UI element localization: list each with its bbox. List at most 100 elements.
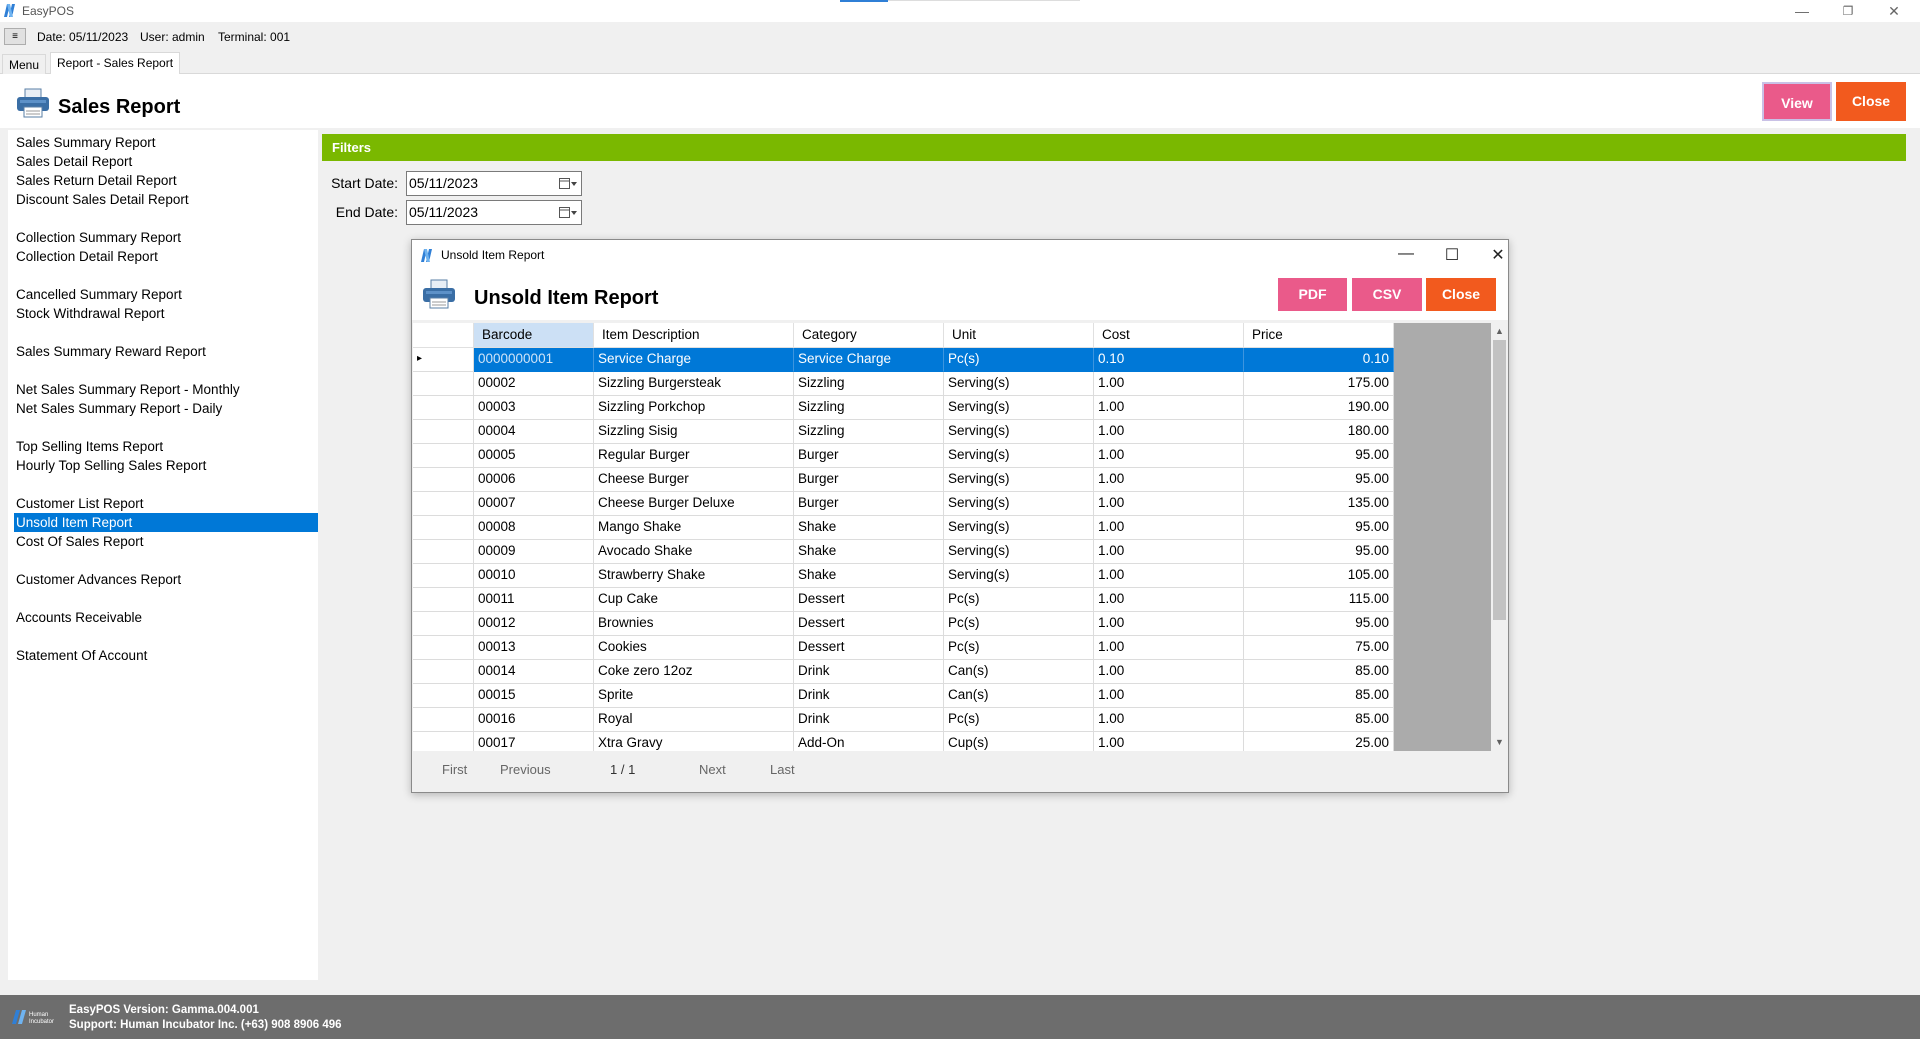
close-window-button[interactable]: ✕	[1874, 2, 1914, 20]
table-row[interactable]: 00015 Sprite Drink Can(s) 1.00 85.00	[413, 684, 1394, 708]
table-row[interactable]: 00006 Cheese Burger Burger Serving(s) 1.00 95…	[413, 468, 1394, 492]
start-date-picker[interactable]: 05/11/2023	[406, 171, 582, 196]
table-row[interactable]: 00017 Xtra Gravy Add-On Cup(s) 1.00 25.00	[413, 732, 1394, 751]
table-row[interactable]: 00013 Cookies Dessert Pc(s) 1.00 75.00	[413, 636, 1394, 660]
row-header[interactable]	[413, 708, 474, 732]
sidebar-item-statement-of-account[interactable]: Statement Of Account	[14, 646, 318, 665]
row-header[interactable]	[413, 612, 474, 636]
cell-item-description: Mango Shake	[594, 516, 794, 540]
cell-item-description: Sprite	[594, 684, 794, 708]
sidebar-item-net-sales-daily[interactable]: Net Sales Summary Report - Daily	[14, 399, 318, 418]
unsold-items-grid[interactable]: Barcode Item Description Category Unit C…	[413, 323, 1508, 751]
pager-next-button[interactable]: Next	[699, 762, 726, 777]
row-header[interactable]	[413, 636, 474, 660]
cell-barcode: 00009	[474, 540, 594, 564]
sidebar-item-sales-summary-reward[interactable]: Sales Summary Reward Report	[14, 342, 318, 361]
row-header[interactable]	[413, 732, 474, 751]
sidebar-item-cancelled-summary[interactable]: Cancelled Summary Report	[14, 285, 318, 304]
status-footer: Human Incubator EasyPOS Version: Gamma.0…	[0, 995, 1920, 1039]
view-button[interactable]: View	[1762, 82, 1832, 121]
scroll-up-arrow-icon[interactable]: ▲	[1491, 323, 1508, 340]
sidebar-item-sales-return-detail[interactable]: Sales Return Detail Report	[14, 171, 318, 190]
sidebar-item-collection-detail[interactable]: Collection Detail Report	[14, 247, 318, 266]
pager-previous-button[interactable]: Previous	[500, 762, 551, 777]
row-header[interactable]	[413, 564, 474, 588]
sidebar-item-customer-list[interactable]: Customer List Report	[14, 494, 318, 513]
scroll-down-arrow-icon[interactable]: ▼	[1491, 734, 1508, 751]
row-header[interactable]	[413, 540, 474, 564]
row-header[interactable]	[413, 516, 474, 540]
sidebar-item-top-selling-items[interactable]: Top Selling Items Report	[14, 437, 318, 456]
sidebar-item-cost-of-sales[interactable]: Cost Of Sales Report	[14, 532, 318, 551]
minimize-button[interactable]: —	[1782, 2, 1822, 20]
table-row[interactable]: 00014 Coke zero 12oz Drink Can(s) 1.00 85.00	[413, 660, 1394, 684]
calendar-dropdown-icon[interactable]	[559, 206, 577, 219]
end-date-picker[interactable]: 05/11/2023	[406, 200, 582, 225]
tab-menu[interactable]: Menu	[2, 54, 47, 75]
cell-price: 95.00	[1244, 468, 1394, 492]
table-row[interactable]: 00007 Cheese Burger Deluxe Burger Serving(s…	[413, 492, 1394, 516]
column-header-category[interactable]: Category	[794, 323, 944, 348]
sidebar-item-unsold-item[interactable]: Unsold Item Report	[14, 513, 318, 532]
column-header-item-description[interactable]: Item Description	[594, 323, 794, 348]
sidebar-item-sales-summary[interactable]: Sales Summary Report	[14, 133, 318, 152]
sidebar-item-accounts-receivable[interactable]: Accounts Receivable	[14, 608, 318, 627]
table-row[interactable]: 00016 Royal Drink Pc(s) 1.00 85.00	[413, 708, 1394, 732]
row-header[interactable]	[413, 660, 474, 684]
close-button[interactable]: Close	[1836, 82, 1906, 121]
column-header-unit[interactable]: Unit	[944, 323, 1094, 348]
version-text: EasyPOS Version: Gamma.004.001	[69, 1004, 259, 1016]
table-row[interactable]: 00012 Brownies Dessert Pc(s) 1.00 95.00	[413, 612, 1394, 636]
sidebar-item-stock-withdrawal[interactable]: Stock Withdrawal Report	[14, 304, 318, 323]
table-row[interactable]: 00008 Mango Shake Shake Serving(s) 1.00 95.00	[413, 516, 1394, 540]
grid-vertical-scrollbar[interactable]: ▲ ▼	[1491, 323, 1508, 751]
sidebar-item-sales-detail[interactable]: Sales Detail Report	[14, 152, 318, 171]
pager-first-button[interactable]: First	[442, 762, 467, 777]
row-header[interactable]	[413, 492, 474, 516]
pager-page-indicator: 1 / 1	[610, 762, 636, 777]
sidebar-item-collection-summary[interactable]: Collection Summary Report	[14, 228, 318, 247]
cell-category: Sizzling	[794, 396, 944, 420]
csv-button[interactable]: CSV	[1352, 278, 1422, 311]
table-row[interactable]: 00003 Sizzling Porkchop Sizzling Serving(s)…	[413, 396, 1394, 420]
dialog-minimize-button[interactable]: —	[1391, 245, 1421, 265]
cell-cost: 1.00	[1094, 660, 1244, 684]
scroll-thumb[interactable]	[1493, 340, 1506, 620]
table-row[interactable]: 00002 Sizzling Burgersteak Sizzling Serving…	[413, 372, 1394, 396]
row-header[interactable]	[413, 420, 474, 444]
row-header[interactable]	[413, 684, 474, 708]
row-header[interactable]	[413, 372, 474, 396]
table-row[interactable]: 00010 Strawberry Shake Shake Serving(s) 1.00…	[413, 564, 1394, 588]
row-header[interactable]	[413, 588, 474, 612]
restore-button[interactable]: ❐	[1828, 2, 1868, 20]
cell-price: 85.00	[1244, 660, 1394, 684]
row-header[interactable]: ▸	[413, 348, 474, 372]
pdf-button[interactable]: PDF	[1278, 278, 1347, 311]
column-header-barcode[interactable]: Barcode	[474, 323, 594, 348]
cell-barcode: 00005	[474, 444, 594, 468]
dialog-close-button[interactable]: Close	[1426, 278, 1496, 311]
cell-category: Burger	[794, 492, 944, 516]
table-row[interactable]: 00009 Avocado Shake Shake Serving(s) 1.00 95.…	[413, 540, 1394, 564]
table-row[interactable]: 00005 Regular Burger Burger Serving(s) 1.00 9…	[413, 444, 1394, 468]
sidebar-item-discount-sales-detail[interactable]: Discount Sales Detail Report	[14, 190, 318, 209]
calendar-dropdown-icon[interactable]	[559, 177, 577, 190]
column-header-cost[interactable]: Cost	[1094, 323, 1244, 348]
row-header[interactable]	[413, 444, 474, 468]
tab-sales-report[interactable]: Report - Sales Report	[50, 52, 181, 75]
dialog-close-x-button[interactable]: ✕	[1483, 245, 1513, 265]
menu-toggle-button[interactable]: ≡	[4, 28, 26, 45]
table-row[interactable]: 00004 Sizzling Sisig Sizzling Serving(s) 1.0…	[413, 420, 1394, 444]
cell-cost: 1.00	[1094, 396, 1244, 420]
sidebar-item-net-sales-monthly[interactable]: Net Sales Summary Report - Monthly	[14, 380, 318, 399]
row-header[interactable]	[413, 468, 474, 492]
dialog-maximize-button[interactable]: ☐	[1437, 245, 1467, 265]
sidebar-item-hourly-top-selling[interactable]: Hourly Top Selling Sales Report	[14, 456, 318, 475]
row-header[interactable]	[413, 396, 474, 420]
table-row[interactable]: 00011 Cup Cake Dessert Pc(s) 1.00 115.00	[413, 588, 1394, 612]
page-title: Sales Report	[58, 96, 181, 118]
column-header-price[interactable]: Price	[1244, 323, 1394, 348]
table-row[interactable]: ▸ 0000000001 Service Charge Service Charge P…	[413, 348, 1394, 372]
sidebar-item-customer-advances[interactable]: Customer Advances Report	[14, 570, 318, 589]
pager-last-button[interactable]: Last	[770, 762, 795, 777]
